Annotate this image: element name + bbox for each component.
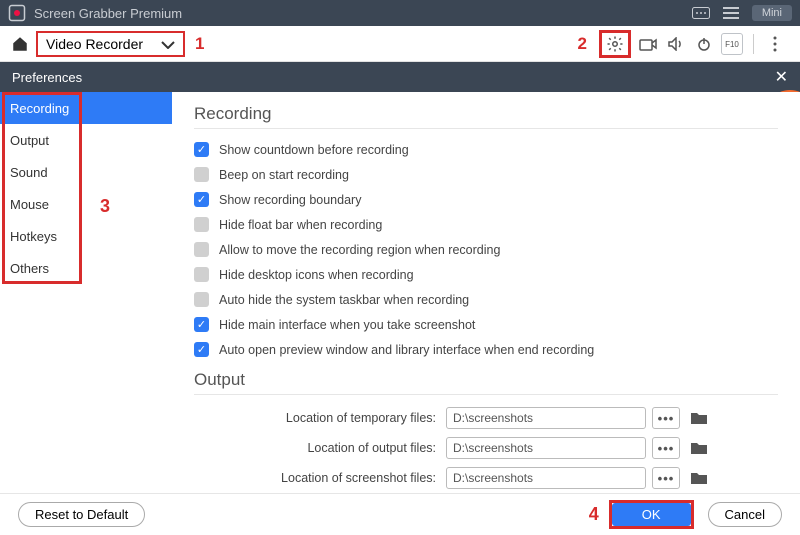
sidebar-item-hotkeys[interactable]: Hotkeys (0, 220, 172, 252)
output-label: Location of screenshot files: (194, 471, 446, 485)
keyboard-icon[interactable] (688, 3, 714, 23)
option-label: Hide desktop icons when recording (219, 268, 414, 282)
sidebar-item-recording[interactable]: Recording (0, 92, 172, 124)
recording-option-row: ✓ Show recording boundary (194, 187, 778, 212)
recording-option-row: Hide desktop icons when recording (194, 262, 778, 287)
output-label: Location of output files: (194, 441, 446, 455)
browse-button[interactable]: ••• (652, 467, 680, 489)
more-vertical-icon[interactable] (764, 33, 786, 55)
checkbox[interactable] (194, 242, 209, 257)
f10-icon[interactable]: F10 (721, 33, 743, 55)
camera-icon[interactable] (637, 33, 659, 55)
mode-dropdown[interactable]: Video Recorder (36, 31, 185, 57)
ok-button[interactable]: OK (612, 503, 691, 526)
checkbox[interactable] (194, 167, 209, 182)
recording-option-row: Allow to move the recording region when … (194, 237, 778, 262)
option-label: Show countdown before recording (219, 143, 409, 157)
output-path-input[interactable]: D:\screenshots (446, 437, 646, 459)
titlebar: Screen Grabber Premium Mini (0, 0, 800, 26)
sidebar-item-output[interactable]: Output (0, 124, 172, 156)
annotation-3: 3 (100, 196, 110, 217)
home-icon[interactable] (8, 32, 32, 56)
close-icon[interactable]: ✕ (775, 67, 788, 87)
output-path-row: Location of screenshot files:D:\screensh… (194, 463, 778, 493)
browse-button[interactable]: ••• (652, 407, 680, 429)
reset-to-default-button[interactable]: Reset to Default (18, 502, 145, 527)
preferences-sidebar: 3 Recording Output Sound Mouse Hotkeys O… (0, 92, 172, 493)
output-path-row: Location of output files:D:\screenshots •… (194, 433, 778, 463)
annotation-4: 4 (589, 504, 599, 525)
recording-option-row: Auto hide the system taskbar when record… (194, 287, 778, 312)
option-label: Auto hide the system taskbar when record… (219, 293, 469, 307)
annotation-2: 2 (578, 34, 587, 54)
output-label: Location of temporary files: (194, 411, 446, 425)
sound-icon[interactable] (665, 33, 687, 55)
option-label: Hide main interface when you take screen… (219, 318, 475, 332)
checkbox[interactable]: ✓ (194, 192, 209, 207)
recording-option-row: ✓ Auto open preview window and library in… (194, 337, 778, 362)
preferences-footer: Reset to Default 4 OK Cancel (0, 493, 800, 535)
cancel-button[interactable]: Cancel (708, 502, 782, 527)
recording-option-row: ✓ Show countdown before recording (194, 137, 778, 162)
mode-dropdown-label: Video Recorder (46, 36, 143, 52)
sidebar-item-sound[interactable]: Sound (0, 156, 172, 188)
app-logo-icon (8, 4, 26, 22)
toolbar: Video Recorder 1 2 F10 (0, 26, 800, 62)
checkbox[interactable] (194, 217, 209, 232)
option-label: Hide float bar when recording (219, 218, 382, 232)
settings-gear-icon[interactable] (604, 33, 626, 55)
sidebar-item-others[interactable]: Others (0, 252, 172, 284)
checkbox[interactable] (194, 292, 209, 307)
toolbar-divider (753, 34, 754, 54)
output-path-row: Location of temporary files:D:\screensho… (194, 403, 778, 433)
annotation-1: 1 (195, 34, 204, 54)
preferences-content: Recording ✓ Show countdown before recordi… (172, 92, 800, 493)
checkbox[interactable]: ✓ (194, 317, 209, 332)
chevron-down-icon (161, 36, 175, 52)
checkbox[interactable]: ✓ (194, 342, 209, 357)
checkbox[interactable] (194, 267, 209, 282)
preferences-header: Preferences ✕ (0, 62, 800, 92)
recording-option-row: ✓ Hide main interface when you take scree… (194, 312, 778, 337)
folder-icon[interactable] (688, 439, 710, 457)
folder-icon[interactable] (688, 469, 710, 487)
preferences-title: Preferences (12, 70, 82, 85)
mini-button[interactable]: Mini (752, 5, 792, 21)
folder-icon[interactable] (688, 409, 710, 427)
browse-button[interactable]: ••• (652, 437, 680, 459)
menu-icon[interactable] (718, 3, 744, 23)
app-title: Screen Grabber Premium (34, 6, 182, 21)
recording-section-title: Recording (194, 104, 778, 129)
option-label: Show recording boundary (219, 193, 361, 207)
checkbox[interactable]: ✓ (194, 142, 209, 157)
recording-option-row: Beep on start recording (194, 162, 778, 187)
sidebar-item-mouse[interactable]: Mouse (0, 188, 172, 220)
output-path-input[interactable]: D:\screenshots (446, 467, 646, 489)
output-section-title: Output (194, 370, 778, 395)
option-label: Allow to move the recording region when … (219, 243, 500, 257)
power-icon[interactable] (693, 33, 715, 55)
recording-option-row: Hide float bar when recording (194, 212, 778, 237)
option-label: Beep on start recording (219, 168, 349, 182)
option-label: Auto open preview window and library int… (219, 343, 594, 357)
output-path-input[interactable]: D:\screenshots (446, 407, 646, 429)
